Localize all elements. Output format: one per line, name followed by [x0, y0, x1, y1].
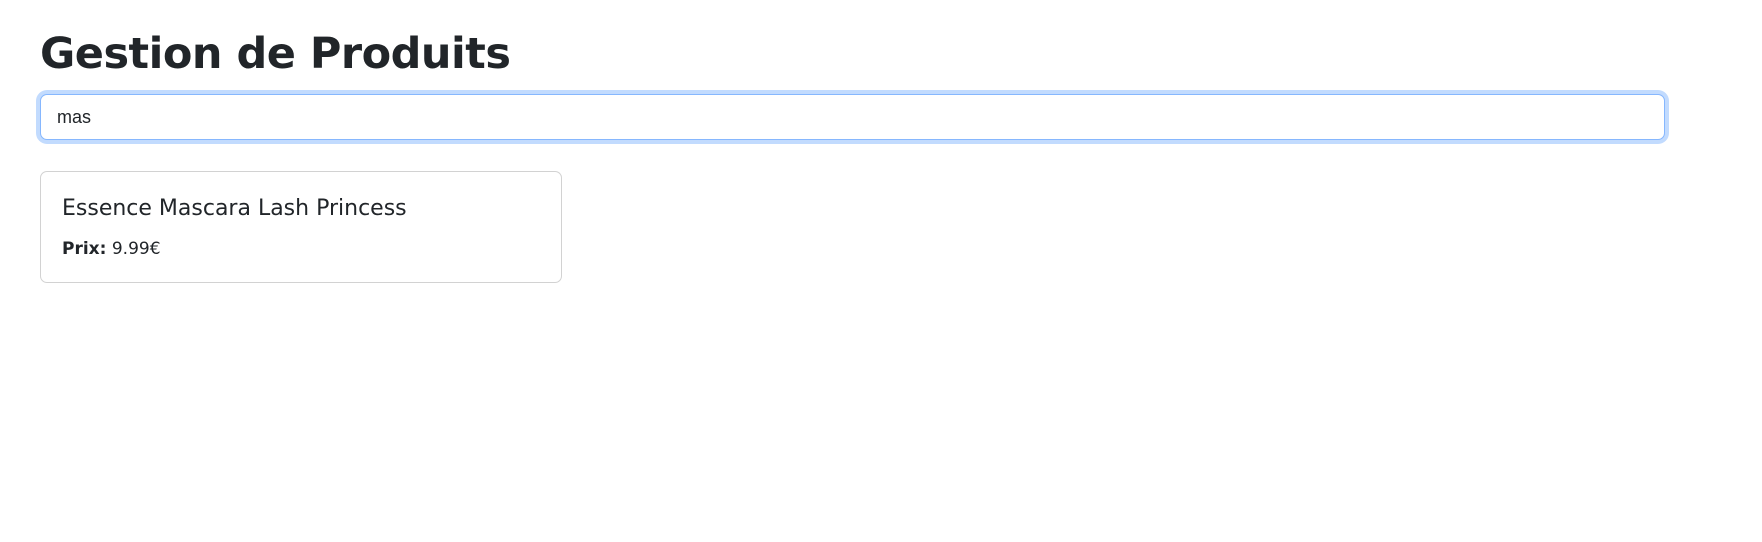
app-container: Gestion de Produits Essence Mascara Lash…	[0, 0, 1762, 542]
page-title: Gestion de Produits	[40, 29, 511, 79]
search-input[interactable]	[40, 94, 1665, 140]
product-name: Essence Mascara Lash Princess	[62, 196, 407, 221]
price-label: Prix:	[62, 239, 107, 259]
product-price: Prix: 9.99€	[62, 237, 161, 261]
product-card: Essence Mascara Lash Princess Prix: 9.99…	[40, 171, 562, 283]
price-value: 9.99€	[111, 239, 161, 259]
